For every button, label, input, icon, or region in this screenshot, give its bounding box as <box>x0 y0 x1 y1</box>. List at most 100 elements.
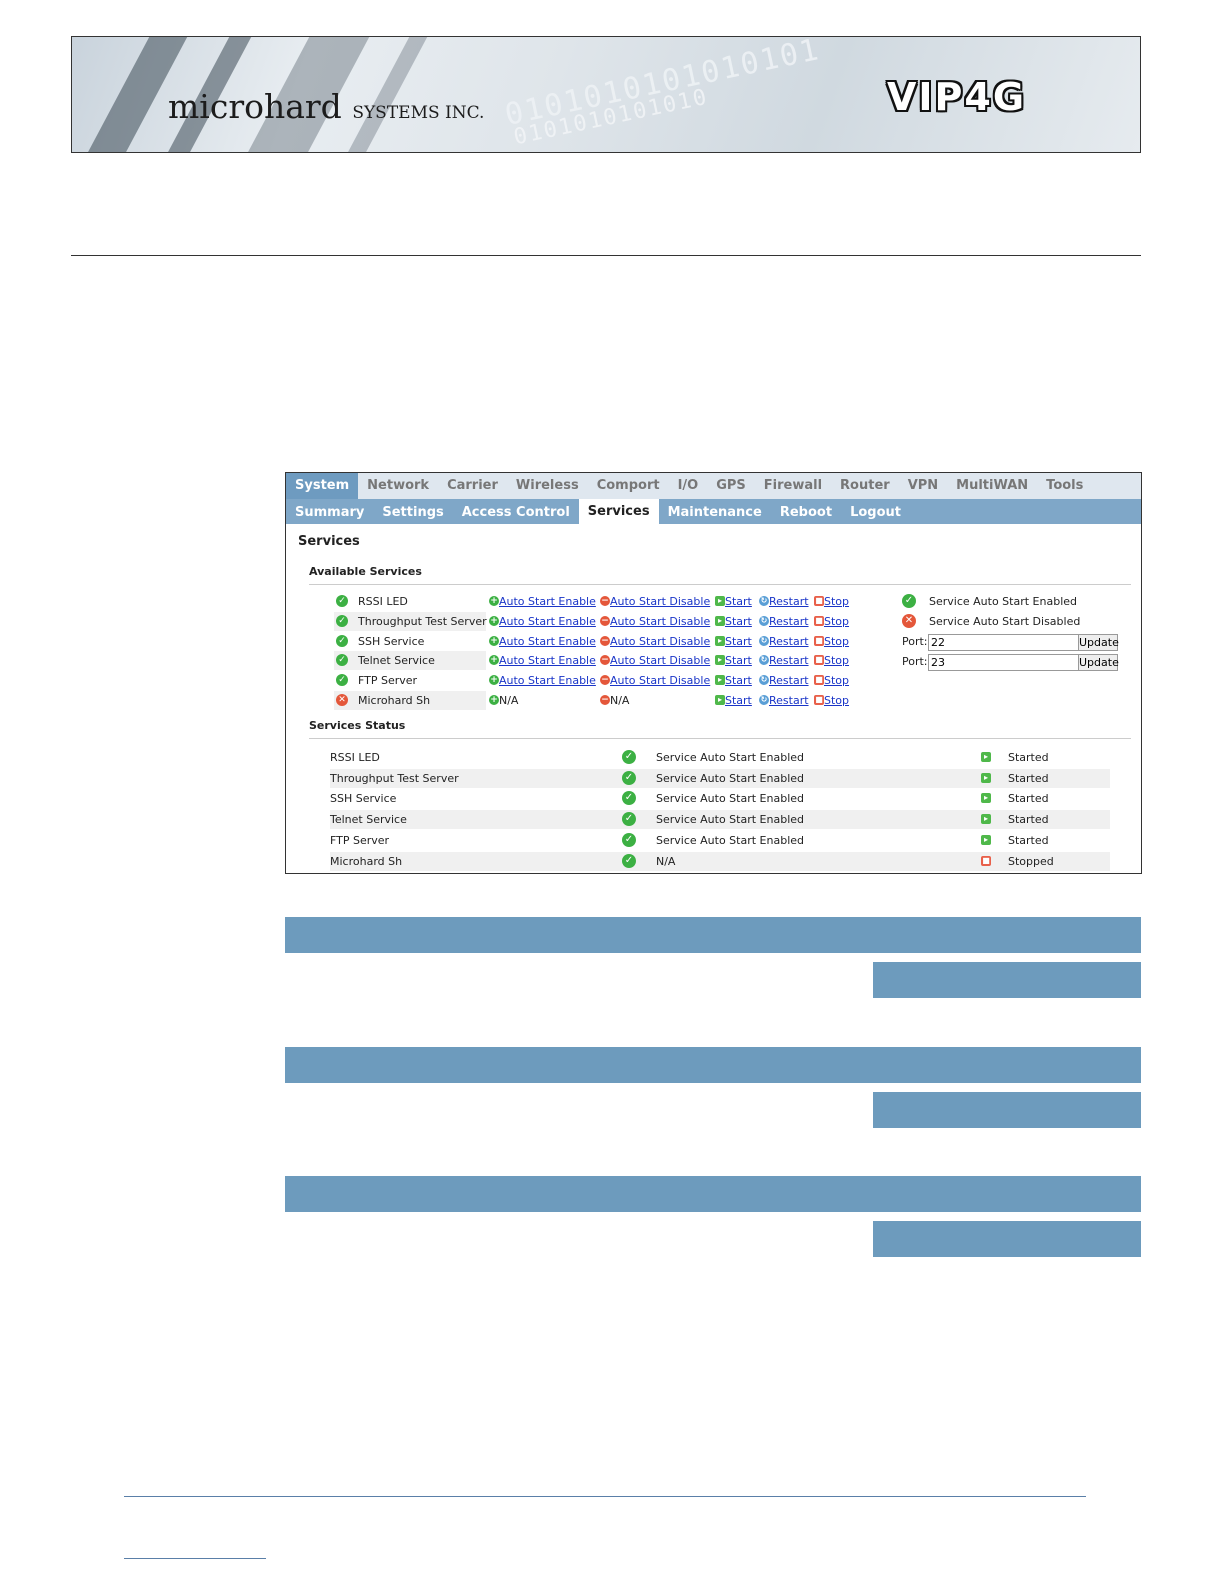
service-name: SSH Service <box>358 634 425 648</box>
started-icon: ▸ <box>981 793 991 804</box>
tab-carrier[interactable]: Carrier <box>438 473 507 499</box>
ssh-port-input[interactable] <box>928 634 1082 651</box>
auto-disable-cell: −Auto Start Disable <box>600 612 710 631</box>
restart-icon: ↻ <box>759 655 769 666</box>
restart-link[interactable]: Restart <box>769 654 809 667</box>
restart-link[interactable]: Restart <box>769 615 809 628</box>
run-state: Started <box>1008 813 1049 827</box>
minus-icon: − <box>600 635 610 646</box>
stop-link[interactable]: Stop <box>824 674 849 687</box>
start-link[interactable]: Start <box>725 694 752 707</box>
brand-logo: microhard SYSTEMS INC. <box>168 87 484 126</box>
telnet-update-button[interactable]: Update <box>1078 654 1119 671</box>
divider <box>71 255 1141 256</box>
ssh-update-button[interactable]: Update <box>1078 634 1119 651</box>
subtab-access-control[interactable]: Access Control <box>453 501 579 524</box>
auto-start-disable-link[interactable]: Auto Start Disable <box>610 654 710 667</box>
stop-link[interactable]: Stop <box>824 694 849 707</box>
tab-multiwan[interactable]: MultiWAN <box>947 473 1037 499</box>
stop-link[interactable]: Stop <box>824 635 849 648</box>
check-icon: ✓ <box>622 770 636 785</box>
auto-start-enable-link[interactable]: Auto Start Enable <box>499 615 596 628</box>
start-link[interactable]: Start <box>725 635 752 648</box>
start-cell: ▸ Start <box>715 671 752 690</box>
page-title: Services <box>298 534 360 549</box>
tab-gps[interactable]: GPS <box>707 473 755 499</box>
auto-start-enable-link[interactable]: Auto Start Enable <box>499 654 596 667</box>
auto-enable-cell: +Auto Start Enable <box>489 592 596 611</box>
restart-link[interactable]: Restart <box>769 595 809 608</box>
tab-network[interactable]: Network <box>358 473 438 499</box>
tab-comport[interactable]: Comport <box>588 473 669 499</box>
auto-status-icon-cell: ✓ <box>622 810 636 829</box>
restart-cell: ↻ Restart <box>759 691 809 710</box>
start-link[interactable]: Start <box>725 595 752 608</box>
tab-wireless[interactable]: Wireless <box>507 473 588 499</box>
available-services-title: Available Services <box>309 565 422 578</box>
restart-icon: ↻ <box>759 615 769 626</box>
tab-tools[interactable]: Tools <box>1037 473 1092 499</box>
service-name: Throughput Test Server <box>358 614 487 628</box>
start-link[interactable]: Start <box>725 654 752 667</box>
auto-start-enable-link[interactable]: Auto Start Enable <box>499 595 596 608</box>
telnet-port-input[interactable] <box>928 654 1082 671</box>
subtab-settings[interactable]: Settings <box>373 501 452 524</box>
auto-status-icon-cell: ✓ <box>622 831 636 850</box>
auto-start-status: Service Auto Start Enabled <box>656 771 805 785</box>
start-cell: ▸ Start <box>715 632 752 651</box>
start-icon: ▸ <box>715 596 725 606</box>
stop-cell: ■Stop <box>814 632 849 651</box>
tab-firewall[interactable]: Firewall <box>755 473 831 499</box>
plus-icon: + <box>489 596 499 606</box>
default-bar <box>873 1092 1141 1128</box>
subtab-reboot[interactable]: Reboot <box>771 501 841 524</box>
divider <box>309 584 1131 585</box>
start-icon: ▸ <box>715 675 725 686</box>
service-row: ✓ Telnet Service <box>334 651 486 671</box>
auto-start-enable-link[interactable]: Auto Start Enable <box>499 674 596 687</box>
start-link[interactable]: Start <box>725 615 752 628</box>
service-name: Microhard Sh <box>330 854 403 868</box>
main-nav: System Network Carrier Wireless Comport I/O GP… <box>286 473 1141 499</box>
auto-start-disable-link[interactable]: Auto Start Disable <box>610 615 710 628</box>
subtab-maintenance[interactable]: Maintenance <box>659 501 771 524</box>
auto-start-enable-link[interactable]: Auto Start Enable <box>499 635 596 648</box>
status-row: RSSI LED ✓ Service Auto Start Enabled ▸ Star… <box>330 748 1110 767</box>
minus-icon: − <box>600 695 610 705</box>
status-icon-cell: ✓ <box>336 592 348 611</box>
service-name: RSSI LED <box>358 595 408 608</box>
restart-link[interactable]: Restart <box>769 674 809 687</box>
auto-start-disable-link[interactable]: Auto Start Disable <box>610 635 710 648</box>
stop-link[interactable]: Stop <box>824 654 849 667</box>
subtab-services[interactable]: Services <box>578 499 659 524</box>
run-state: Started <box>1008 771 1049 785</box>
tab-vpn[interactable]: VPN <box>899 473 947 499</box>
tab-i-o[interactable]: I/O <box>669 473 708 499</box>
services-status-title: Services Status <box>309 719 406 732</box>
subtab-summary[interactable]: Summary <box>286 501 373 524</box>
na-label: N/A <box>610 694 630 707</box>
service-row: ✓ RSSI LED <box>334 592 486 611</box>
restart-link[interactable]: Restart <box>769 694 809 707</box>
tab-system[interactable]: System <box>286 473 359 499</box>
start-link[interactable]: Start <box>725 674 752 687</box>
run-state-icon-cell: ▸ <box>981 748 991 767</box>
stop-link[interactable]: Stop <box>824 595 849 608</box>
run-state: Started <box>1008 751 1049 764</box>
subtab-logout[interactable]: Logout <box>841 501 910 524</box>
sub-nav: Summary Settings Access Control Services Mai… <box>286 499 1141 524</box>
auto-disable-cell: −Auto Start Disable <box>600 651 710 670</box>
started-icon: ▸ <box>981 772 991 783</box>
auto-start-disable-link[interactable]: Auto Start Disable <box>610 595 710 608</box>
legend-disabled: ✕ Service Auto Start Disabled <box>902 612 1122 631</box>
auto-disable-cell: −Auto Start Disable <box>600 671 710 690</box>
stop-link[interactable]: Stop <box>824 615 849 628</box>
tab-router[interactable]: Router <box>831 473 899 499</box>
check-icon: ✓ <box>622 832 636 847</box>
restart-link[interactable]: Restart <box>769 635 809 648</box>
auto-start-disable-link[interactable]: Auto Start Disable <box>610 674 710 687</box>
ssh-port-row: Port: Update <box>902 634 1122 653</box>
divider <box>309 738 1131 739</box>
start-cell: ▸ Start <box>715 612 752 631</box>
header-banner: 0101010101010101 0101010101010 microhard… <box>71 36 1141 153</box>
